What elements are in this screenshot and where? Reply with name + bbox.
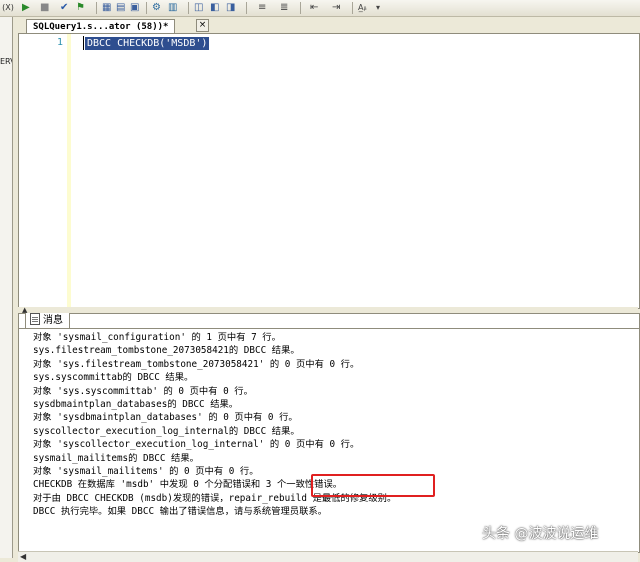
toolbar-left-label: (X) [2,3,14,12]
toolbar-separator [246,2,247,14]
change-marker [67,34,71,308]
message-line: 对象 'sysmail_configuration' 的 1 页中有 7 行。 [33,332,281,343]
debug-icon[interactable]: ⚑ [76,1,85,14]
object-explorer-label: ERV [0,57,12,66]
toolbar-separator [96,2,97,14]
query-document: SQLQuery1.s...ator (58))* × 1 DBCC CHECK… [16,17,640,562]
specify-values-icon[interactable]: A̲ᵦ [358,1,367,14]
toolbar-separator [188,2,189,14]
toolbar-overflow-icon[interactable]: ▾ [376,1,380,14]
results-to-grid-icon[interactable]: ▦ [102,1,111,14]
watermark: 头条 @波波说运维 [482,526,599,542]
line-number: 1 [57,37,64,48]
divider [19,328,639,329]
message-line: sysdbmaintplan_databases的 DBCC 结果。 [33,398,239,410]
selected-code-line[interactable]: DBCC CHECKDB('MSDB') [85,37,210,50]
decrease-indent-icon[interactable]: ≡ [258,1,266,14]
scroll-left-icon[interactable]: ◀ [20,552,26,562]
increase-indent-icon[interactable]: ≣ [280,1,288,14]
execute-icon[interactable]: ▶ [22,1,30,14]
tab-messages[interactable]: 消息 [25,313,70,329]
message-line: syscollector_execution_log_internal的 DBC… [33,425,300,437]
tab-sqlquery[interactable]: SQLQuery1.s...ator (58))* [26,19,176,34]
query-editor[interactable]: 1 DBCC CHECKDB('MSDB') [18,33,640,309]
message-line: 对象 'sys.filestream_tombstone_2073058421'… [33,358,360,370]
toolbar-separator [352,2,353,14]
messages-icon [30,313,40,325]
results-to-file-icon[interactable]: ▣ [130,1,139,14]
horizontal-scrollbar[interactable]: ◀ [18,551,638,562]
increase-indent-icon[interactable]: ⇥ [332,1,340,14]
results-pane: 消息 对象 'sysmail_configuration' 的 1 页中有 7 … [18,313,640,553]
query-options-icon[interactable]: ▥ [168,1,177,14]
message-line: sys.syscommittab的 DBCC 结果。 [33,372,194,384]
message-line: sys.filestream_tombstone_2073058421的 DBC… [33,345,300,357]
include-plan-icon[interactable]: ◫ [194,1,203,14]
query-toolbar: (X) ▶ ■ ✔ ⚑ ▦ ▤ ▣ ⚙ ▥ ◫ ◧ ◨ ≡ ≣ ⇤ ⇥ A̲ᵦ … [0,0,640,17]
object-explorer-panel: ERV [0,17,13,558]
toolbar-separator [300,2,301,14]
message-line: DBCC 执行完毕。如果 DBCC 输出了错误信息，请与系统管理员联系。 [33,506,327,518]
results-to-text-icon[interactable]: ▤ [116,1,125,14]
tab-messages-label: 消息 [43,315,63,326]
stop-icon[interactable]: ■ [40,1,49,14]
close-icon[interactable]: × [196,19,209,32]
text-caret [83,36,84,50]
error-highlight-box [311,474,435,497]
parse-check-icon[interactable]: ✔ [60,1,68,14]
message-line: 对象 'sysdbmaintplan_databases' 的 0 页中有 0 … [33,412,298,424]
message-line: 对象 'syscollector_execution_log_internal'… [33,439,360,451]
comment-icon[interactable]: ◧ [210,1,219,14]
message-line: sysmail_mailitems的 DBCC 结果。 [33,452,199,464]
message-line: 对象 'sys.syscommittab' 的 0 页中有 0 行。 [33,385,253,397]
toolbar-separator [146,2,147,14]
editor-gutter [19,34,71,308]
display-plan-icon[interactable]: ⚙ [152,1,161,14]
uncomment-icon[interactable]: ◨ [226,1,235,14]
decrease-indent-icon[interactable]: ⇤ [310,1,318,14]
